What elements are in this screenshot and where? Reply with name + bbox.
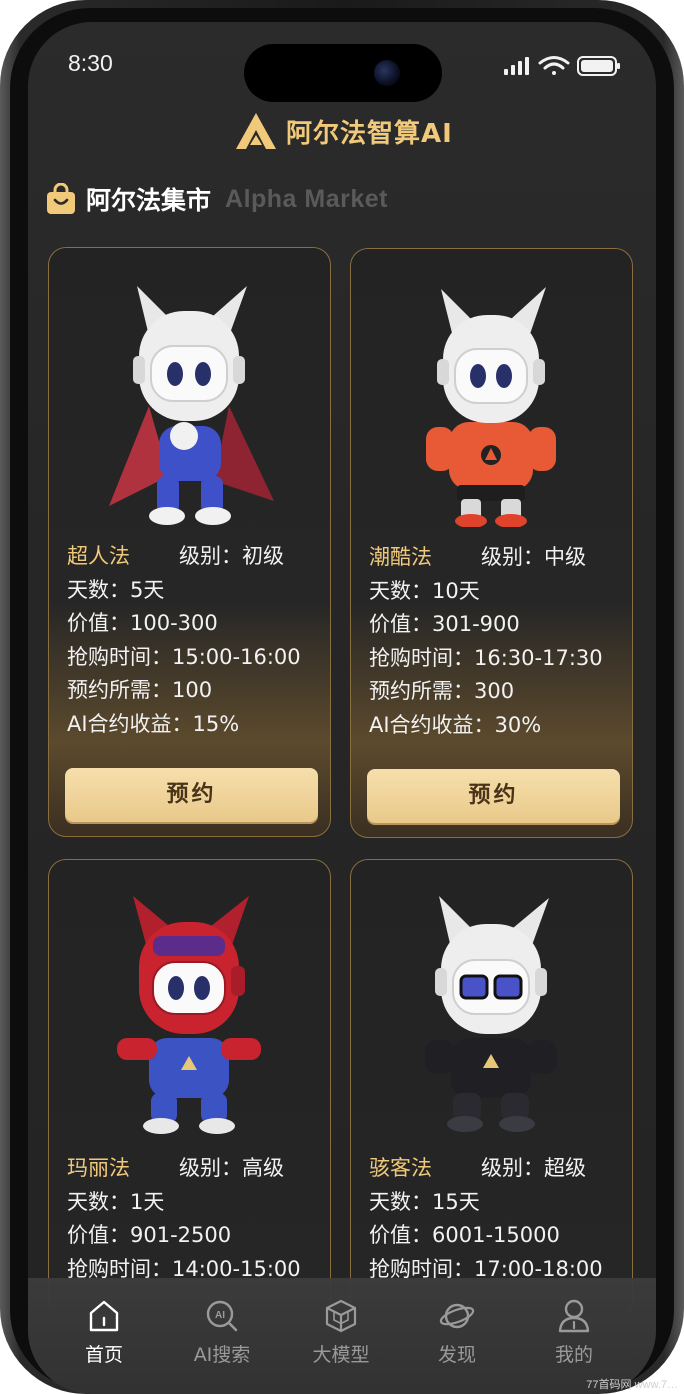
- market-subtitle: Alpha Market: [225, 184, 388, 213]
- tab-ai-search[interactable]: AI AI搜索: [167, 1298, 277, 1367]
- tab-label: 我的: [554, 1344, 593, 1366]
- product-deposit: 预约所需：100: [67, 678, 213, 702]
- product-level: 级别：超级: [481, 1156, 586, 1180]
- product-yield: AI合约收益：30%: [369, 712, 542, 737]
- product-days: 天数：10天: [369, 578, 480, 603]
- market-title: 阿尔法集市: [86, 186, 212, 215]
- watermark: 77首码网 www.7…: [586, 1379, 678, 1391]
- hacker-robot-figure: [425, 896, 557, 1132]
- planet-icon: [439, 1303, 475, 1329]
- card-info: 潮酷法 级别：中级 天数：10天 价值：301-900 抢购时间：16:30-17…: [369, 541, 624, 742]
- dynamic-island: [244, 44, 442, 102]
- cube-icon: [325, 1299, 357, 1333]
- product-time: 抢购时间：16:30-17:30: [369, 645, 603, 670]
- product-card[interactable]: 潮酷法 级别：中级 天数：10天 价值：301-900 抢购时间：16:30-17…: [350, 248, 633, 838]
- product-time: 抢购时间：15:00-16:00: [67, 644, 301, 669]
- svg-text:AI: AI: [215, 1310, 225, 1321]
- superhero-robot-figure: [109, 286, 274, 525]
- alpha-logo-icon: [236, 113, 276, 149]
- product-level: 级别：初级: [179, 544, 284, 568]
- product-value: 价值：301-900: [369, 612, 520, 636]
- reserve-button[interactable]: 预约: [367, 769, 620, 823]
- ai-search-icon: AI: [206, 1300, 238, 1332]
- product-value: 价值：100-300: [67, 611, 218, 635]
- product-name: 玛丽法: [67, 1156, 130, 1180]
- product-deposit: 预约所需：300: [369, 679, 515, 703]
- product-level: 级别：中级: [481, 545, 586, 569]
- product-level: 级别：高级: [179, 1156, 284, 1180]
- tab-label: 发现: [437, 1344, 476, 1366]
- tab-home[interactable]: 首页: [49, 1298, 159, 1367]
- product-name: 潮酷法: [369, 545, 432, 569]
- plumber-robot-figure: [117, 896, 261, 1134]
- status-time: 8:30: [68, 50, 113, 76]
- product-card[interactable]: 骇客法 级别：超级 天数：15天 价值：6001-15000 抢购时间：17:00…: [350, 859, 633, 1319]
- product-card[interactable]: 超人法 级别：初级 天数：5天 价值：100-300 抢购时间：15:00-16:…: [48, 247, 331, 837]
- product-days: 天数：15天: [369, 1189, 480, 1214]
- hoodie-robot-figure: [426, 287, 556, 527]
- product-value: 价值：901-2500: [67, 1223, 232, 1247]
- camera-icon: [374, 60, 400, 86]
- product-name: 超人法: [67, 544, 130, 568]
- brand-title: 阿尔法智算AI: [286, 118, 453, 149]
- tab-discover[interactable]: 发现: [402, 1298, 512, 1367]
- wifi-icon: [538, 56, 570, 75]
- card-info: 玛丽法 级别：高级 天数：1天 价值：901-2500 抢购时间：14:00-15…: [67, 1152, 322, 1286]
- shopping-bag-icon: [47, 183, 75, 214]
- app-screen: 8:30 阿尔法智算AI 阿尔法集市 Alpha Market 超人法 级别：初…: [28, 22, 656, 1394]
- market-header: 阿尔法集市 Alpha Market: [46, 177, 388, 221]
- battery-icon: [577, 56, 620, 76]
- home-icon: [89, 1300, 119, 1332]
- status-icons: [504, 56, 620, 76]
- phone-frame: 8:30 阿尔法智算AI 阿尔法集市 Alpha Market 超人法 级别：初…: [0, 0, 684, 1394]
- user-icon: [558, 1299, 590, 1333]
- product-name: 骇客法: [369, 1156, 432, 1180]
- tab-label: AI搜索: [193, 1344, 251, 1366]
- tab-label: 大模型: [312, 1344, 370, 1366]
- tab-profile[interactable]: 我的: [519, 1298, 629, 1367]
- product-days: 天数：1天: [67, 1189, 165, 1214]
- card-info: 超人法 级别：初级 天数：5天 价值：100-300 抢购时间：15:00-16:…: [67, 540, 322, 741]
- reserve-button[interactable]: 预约: [65, 768, 318, 822]
- signal-icon: [504, 57, 529, 75]
- tab-label: 首页: [84, 1344, 123, 1366]
- product-card[interactable]: 玛丽法 级别：高级 天数：1天 价值：901-2500 抢购时间：14:00-15…: [48, 859, 331, 1319]
- app-header: 阿尔法智算AI: [234, 106, 453, 156]
- product-yield: AI合约收益：15%: [67, 711, 240, 736]
- product-value: 价值：6001-15000: [369, 1223, 560, 1247]
- product-days: 天数：5天: [67, 577, 165, 602]
- card-info: 骇客法 级别：超级 天数：15天 价值：6001-15000 抢购时间：17:00…: [369, 1152, 624, 1286]
- bottom-tab-bar: 首页 AI AI搜索 大模型 发现 我的: [28, 1278, 656, 1394]
- tab-large-model[interactable]: 大模型: [286, 1298, 396, 1367]
